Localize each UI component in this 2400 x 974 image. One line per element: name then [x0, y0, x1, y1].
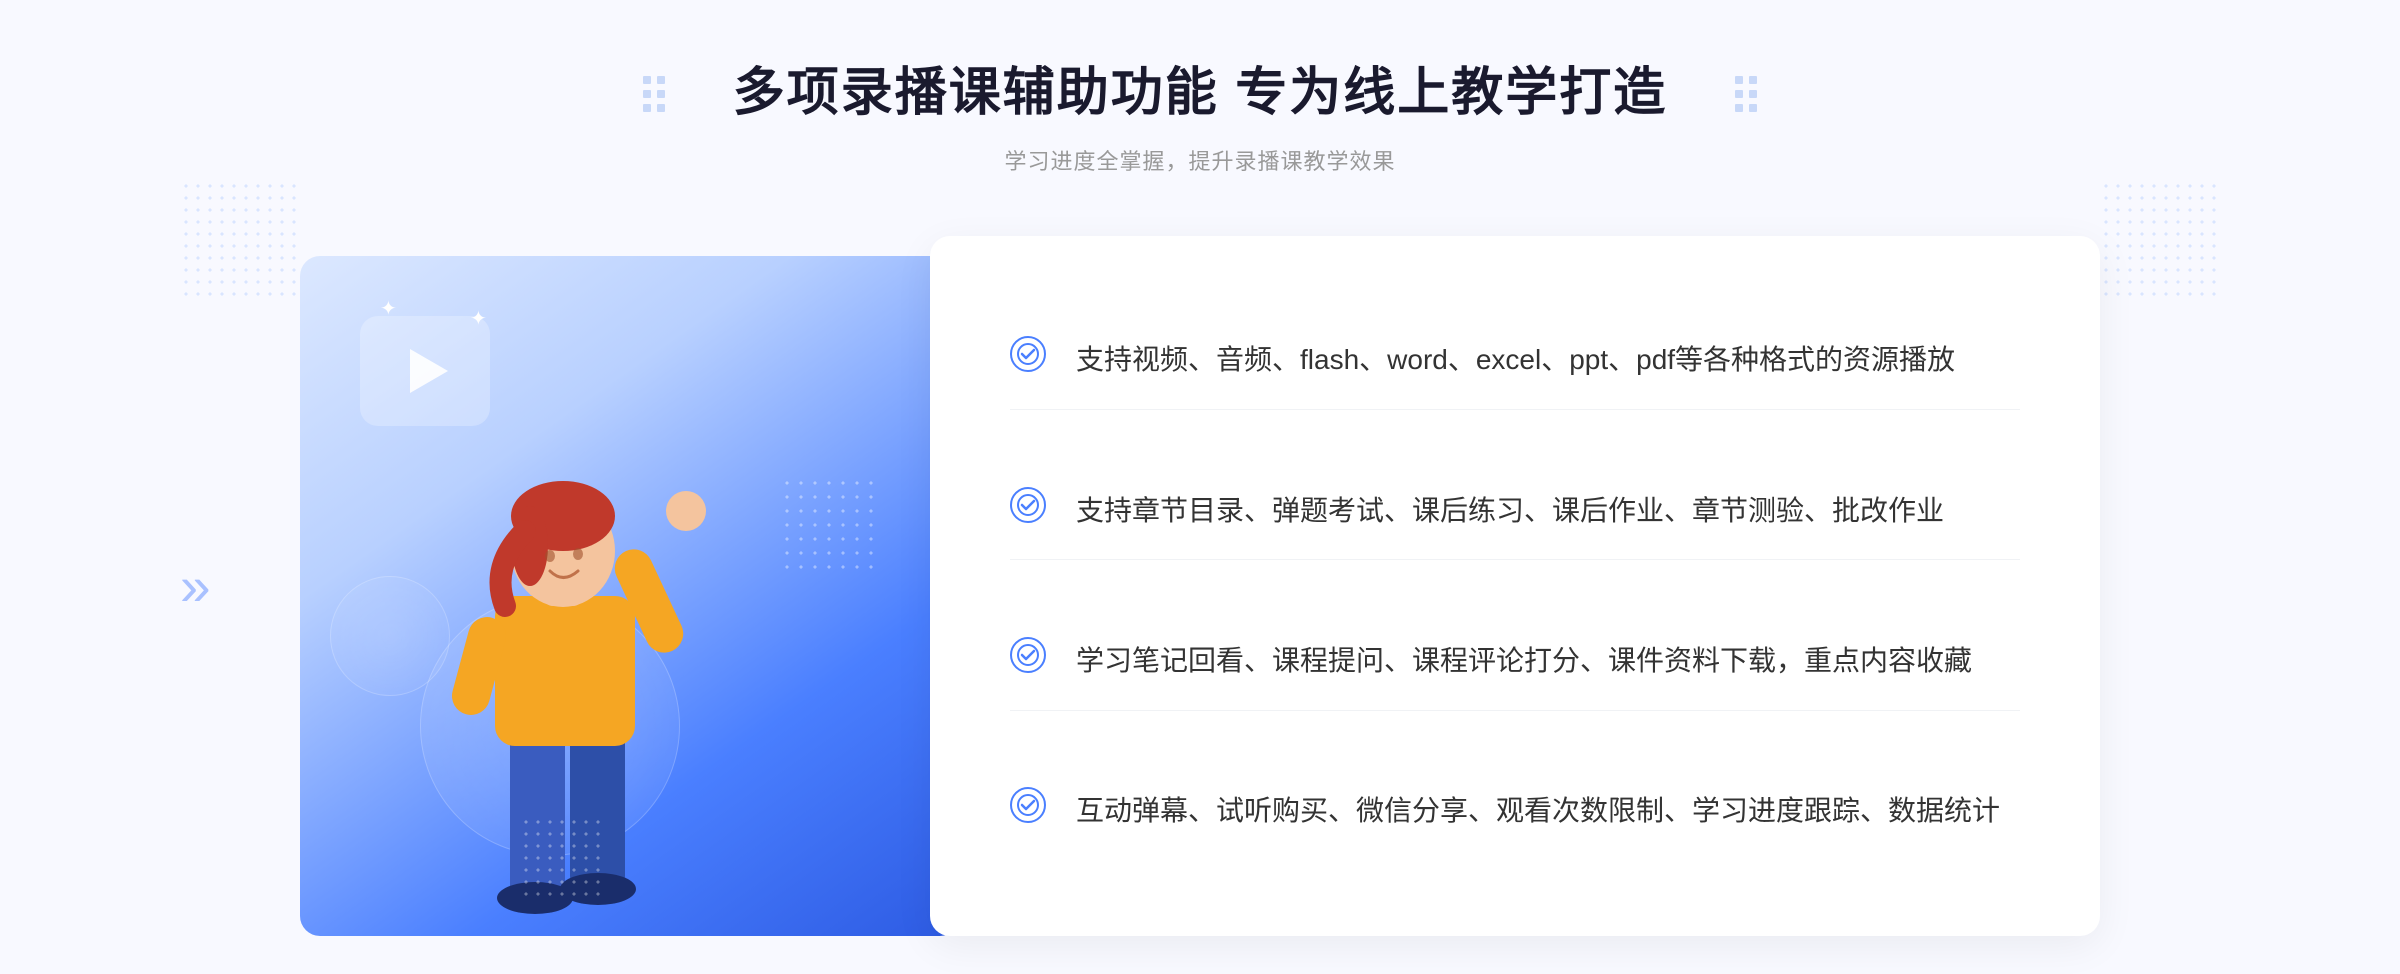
title-deco-dot	[1735, 76, 1743, 84]
feature-item-2: 支持章节目录、弹题考试、课后练习、课后作业、章节测验、批改作业	[1010, 462, 2020, 561]
page-title: 多项录播课辅助功能 专为线上教学打造	[733, 60, 1667, 128]
feature-text-2: 支持章节目录、弹题考试、课后练习、课后作业、章节测验、批改作业	[1076, 487, 1944, 535]
title-deco-dot	[657, 104, 665, 112]
features-panel: 支持视频、音频、flash、word、excel、ppt、pdf等各种格式的资源…	[930, 236, 2100, 936]
title-deco-dot	[1735, 104, 1743, 112]
header-section: 多项录播课辅助功能 专为线上教学打造 学习进度全掌握，提升录播课教学效果	[733, 60, 1667, 176]
title-deco-dot	[1749, 76, 1757, 84]
title-deco-dot	[1749, 90, 1757, 98]
page-container: 多项录播课辅助功能 专为线上教学打造 学习进度全掌握，提升录播课教学效果	[0, 0, 2400, 974]
page-subtitle: 学习进度全掌握，提升录播课教学效果	[733, 144, 1667, 176]
title-deco-dot	[657, 76, 665, 84]
sparkle-icon-2: ✦	[470, 306, 487, 331]
title-deco-dot	[1735, 90, 1743, 98]
title-deco-dot	[657, 90, 665, 98]
check-icon-3	[1010, 637, 1046, 673]
feature-item-1: 支持视频、音频、flash、word、excel、ppt、pdf等各种格式的资源…	[1010, 311, 2020, 410]
left-chevron-icon: »	[180, 554, 211, 618]
illustration-card: ✦ ✦	[300, 256, 960, 936]
check-icon-4	[1010, 787, 1046, 823]
feature-text-3: 学习笔记回看、课程提问、课程评论打分、课件资料下载，重点内容收藏	[1076, 637, 1972, 685]
title-deco-dot	[643, 90, 651, 98]
illustration-dots-grid	[780, 476, 880, 576]
check-icon-1	[1010, 336, 1046, 372]
check-icon-2	[1010, 487, 1046, 523]
content-area: » ✦ ✦	[300, 236, 2100, 936]
feature-text-4: 互动弹幕、试听购买、微信分享、观看次数限制、学习进度跟踪、数据统计	[1076, 787, 2000, 835]
feature-item-3: 学习笔记回看、课程提问、课程评论打分、课件资料下载，重点内容收藏	[1010, 612, 2020, 711]
feature-item-4: 互动弹幕、试听购买、微信分享、观看次数限制、学习进度跟踪、数据统计	[1010, 762, 2020, 860]
illustration-bottom-dots	[520, 816, 600, 896]
title-deco-dot	[643, 76, 651, 84]
title-deco-dot	[1749, 104, 1757, 112]
dots-decoration-right	[2100, 180, 2220, 300]
dots-decoration-left	[180, 180, 300, 300]
feature-text-1: 支持视频、音频、flash、word、excel、ppt、pdf等各种格式的资源…	[1076, 336, 1955, 384]
sparkle-icon-1: ✦	[380, 296, 397, 321]
title-deco-dot	[643, 104, 651, 112]
